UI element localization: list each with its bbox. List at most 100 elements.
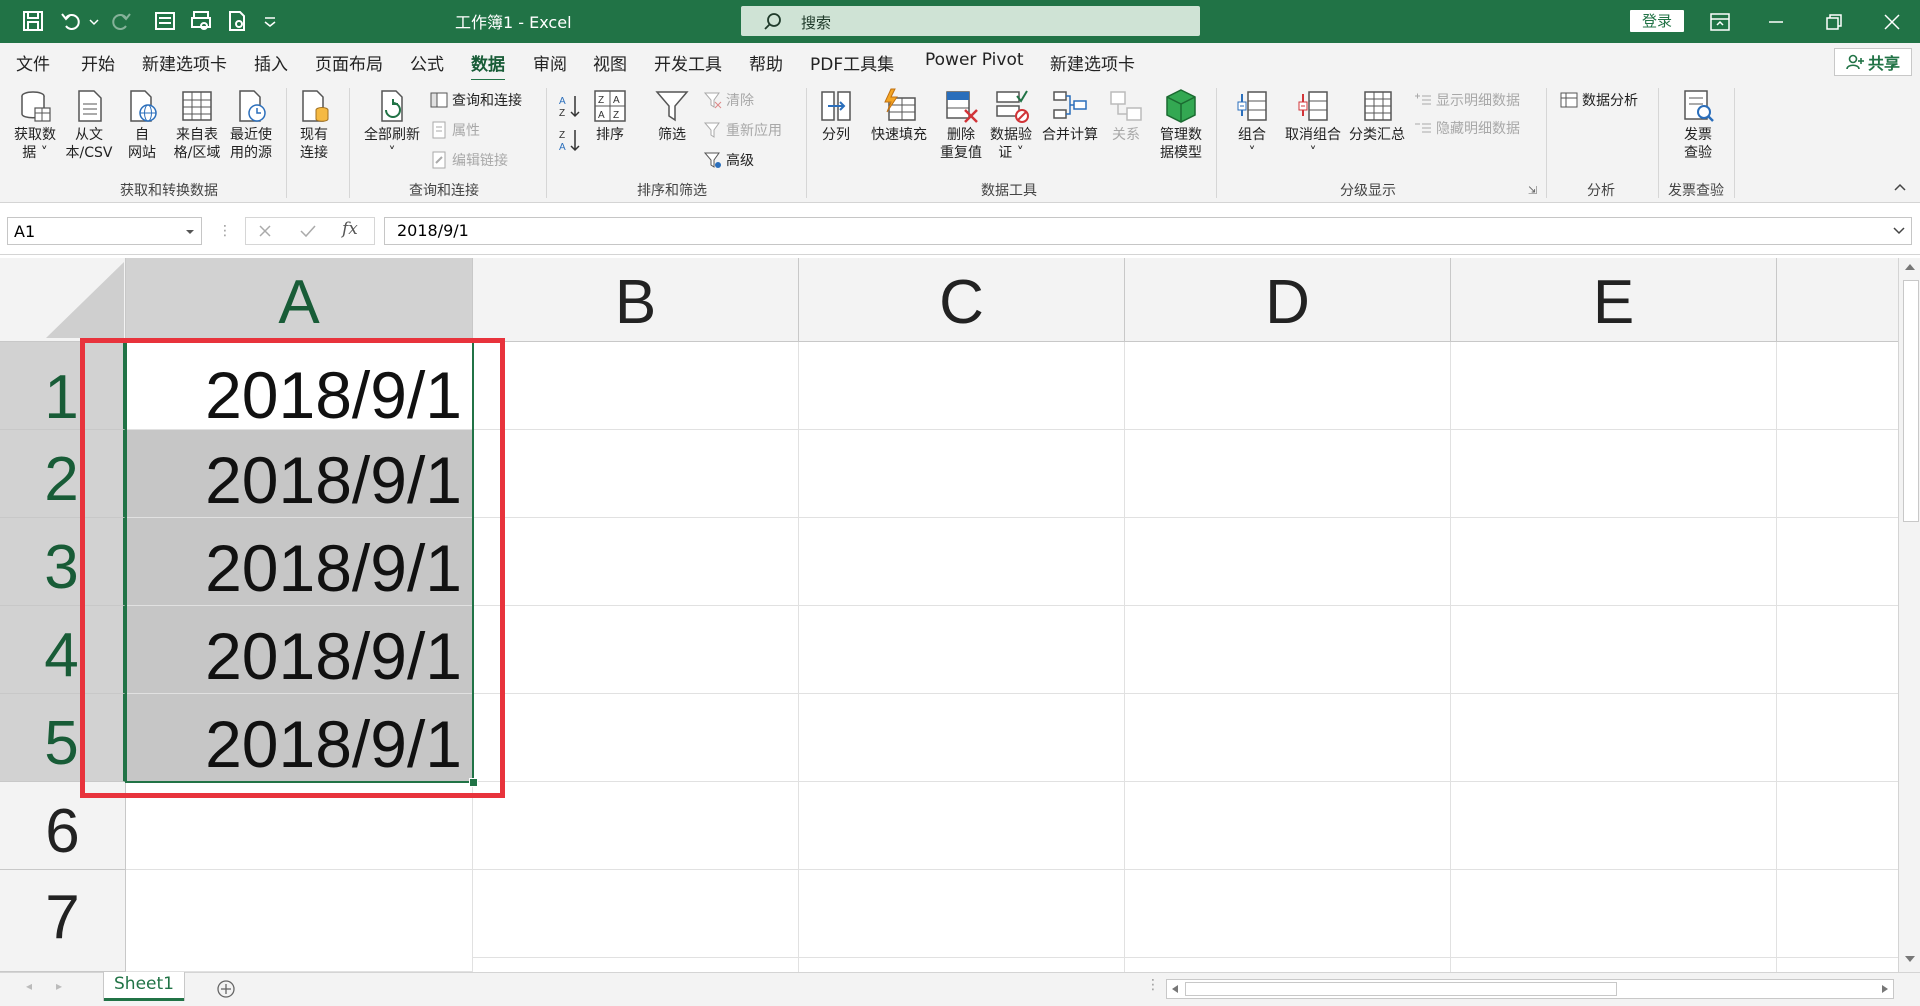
reapply-button[interactable]: 重新应用 (704, 120, 782, 140)
invoice-check-button[interactable]: 发票 查验 (1674, 88, 1722, 162)
close-icon[interactable] (1880, 10, 1904, 34)
manage-data-model-button[interactable]: 管理数 据模型 (1156, 88, 1206, 162)
data-validation-button[interactable]: 数据验 证 ˅ (986, 88, 1036, 162)
scroll-up-icon[interactable] (1904, 262, 1916, 272)
text-to-columns-button[interactable]: 分列 (816, 88, 856, 144)
formula-input[interactable]: 2018/9/1 (384, 217, 1912, 245)
expand-formula-icon[interactable] (1893, 227, 1905, 235)
consolidate-button[interactable]: 合并计算 (1038, 88, 1102, 144)
restore-icon[interactable] (1822, 10, 1846, 34)
tab-page-layout[interactable]: 页面布局 (315, 50, 383, 75)
scroll-left-icon[interactable] (1171, 984, 1179, 994)
redo-icon[interactable] (108, 8, 134, 34)
dialog-launcher-icon[interactable]: ⇲ (1528, 184, 1537, 197)
horizontal-scrollbar[interactable] (1166, 979, 1894, 999)
print-preview-icon[interactable] (188, 8, 214, 34)
minimize-icon[interactable] (1764, 10, 1788, 34)
edit-links-button[interactable]: 编辑链接 (430, 150, 508, 170)
tab-formulas[interactable]: 公式 (410, 50, 444, 75)
relationships-button[interactable]: 关系 (1106, 88, 1146, 144)
save-icon[interactable] (20, 8, 46, 34)
tab-developer[interactable]: 开发工具 (654, 50, 722, 75)
tab-review[interactable]: 审阅 (533, 50, 567, 75)
row-header-5[interactable]: 5 (0, 694, 126, 782)
show-detail-button[interactable]: 显示明细数据 (1414, 90, 1520, 110)
cell-a3[interactable]: 2018/9/1 (126, 518, 473, 606)
collapse-ribbon-icon[interactable] (1893, 182, 1907, 192)
tab-help[interactable]: 帮助 (749, 50, 783, 75)
tab-split-handle-icon[interactable]: ⋮ (1146, 977, 1160, 993)
sheet-tab-sheet1[interactable]: Sheet1 (104, 972, 184, 1001)
vertical-scrollbar[interactable] (1898, 258, 1920, 972)
row-header-6[interactable]: 6 (0, 782, 126, 870)
hide-detail-button[interactable]: 隐藏明细数据 (1414, 118, 1520, 138)
document-icon[interactable] (224, 8, 250, 34)
row-header-2[interactable]: 2 (0, 430, 126, 518)
cell-a5[interactable]: 2018/9/1 (126, 694, 473, 782)
undo-icon[interactable] (58, 8, 84, 34)
column-header-e[interactable]: E (1451, 258, 1777, 342)
sort-az-button[interactable]: AZ ZA (558, 94, 582, 152)
vertical-scroll-thumb[interactable] (1903, 280, 1919, 522)
prev-sheet-icon[interactable]: ◂ (26, 979, 32, 993)
enter-checkmark-icon[interactable] (300, 224, 316, 238)
group-button[interactable]: 组合 ˅ (1230, 88, 1274, 162)
customize-qat-icon[interactable] (262, 8, 278, 34)
scroll-right-icon[interactable] (1881, 984, 1889, 994)
tab-file[interactable]: 文件 (16, 50, 50, 75)
add-sheet-icon[interactable] (216, 979, 236, 999)
subtotal-button[interactable]: 分类汇总 (1346, 88, 1408, 144)
tab-pdf-tools[interactable]: PDF工具集 (810, 50, 894, 75)
tab-data[interactable]: 数据 (471, 50, 505, 82)
filter-button[interactable]: 筛选 (652, 88, 692, 144)
cell-a6[interactable] (126, 782, 473, 870)
fill-handle[interactable] (469, 778, 478, 787)
column-header-f[interactable] (1777, 258, 1898, 342)
from-text-csv-button[interactable]: 从文 本/CSV (64, 88, 114, 162)
row-header-3[interactable]: 3 (0, 518, 126, 606)
column-header-c[interactable]: C (799, 258, 1125, 342)
search-box[interactable]: 搜索 (741, 6, 1200, 36)
horizontal-scroll-thumb[interactable] (1185, 982, 1617, 996)
column-header-a[interactable]: A (126, 258, 473, 342)
properties-button[interactable]: 属性 (430, 120, 480, 140)
tab-insert[interactable]: 插入 (254, 50, 288, 75)
cell-a4[interactable]: 2018/9/1 (126, 606, 473, 694)
from-web-button[interactable]: 自 网站 (122, 88, 162, 162)
existing-connections-button[interactable]: 现有 连接 (294, 88, 334, 162)
sort-button[interactable]: ZAAZ 排序 (590, 88, 630, 144)
next-sheet-icon[interactable]: ▸ (56, 979, 62, 993)
ungroup-button[interactable]: 取消组合 ˅ (1280, 88, 1346, 162)
name-box[interactable]: A1 (7, 217, 202, 245)
queries-connections-button[interactable]: 查询和连接 (430, 90, 522, 110)
ribbon-display-icon[interactable] (1708, 10, 1732, 34)
clear-button[interactable]: 清除 (704, 90, 754, 110)
get-data-button[interactable]: 获取数 据 ˅ (10, 88, 60, 162)
insert-function-icon[interactable]: fx (342, 219, 358, 239)
undo-dropdown-icon[interactable] (88, 8, 100, 34)
tab-home[interactable]: 开始 (81, 50, 115, 75)
cancel-icon[interactable] (258, 224, 272, 238)
share-button[interactable]: 共享 (1834, 48, 1912, 76)
tab-view[interactable]: 视图 (593, 50, 627, 75)
more-options-icon[interactable]: ⋮ (218, 223, 232, 239)
empty-cells[interactable] (473, 342, 1898, 972)
form-icon[interactable] (152, 8, 178, 34)
cell-a7[interactable] (126, 870, 473, 972)
row-header-4[interactable]: 4 (0, 606, 126, 694)
column-header-b[interactable]: B (473, 258, 799, 342)
scroll-down-icon[interactable] (1904, 954, 1916, 964)
login-button[interactable]: 登录 (1630, 10, 1684, 32)
column-header-d[interactable]: D (1125, 258, 1451, 342)
advanced-button[interactable]: 高级 (704, 150, 754, 170)
tab-new-tab-1[interactable]: 新建选项卡 (142, 50, 227, 75)
row-header-7[interactable]: 7 (0, 870, 126, 972)
cell-a2[interactable]: 2018/9/1 (126, 430, 473, 518)
tab-power-pivot[interactable]: Power Pivot (925, 50, 1024, 70)
row-header-1[interactable]: 1 (0, 342, 126, 432)
refresh-all-button[interactable]: 全部刷新 ˅ (360, 88, 424, 162)
from-table-button[interactable]: 来自表 格/区域 (170, 88, 224, 162)
recent-sources-button[interactable]: 最近使 用的源 (224, 88, 278, 162)
cell-a1[interactable]: 2018/9/1 (126, 342, 473, 432)
tab-new-tab-2[interactable]: 新建选项卡 (1050, 50, 1135, 75)
